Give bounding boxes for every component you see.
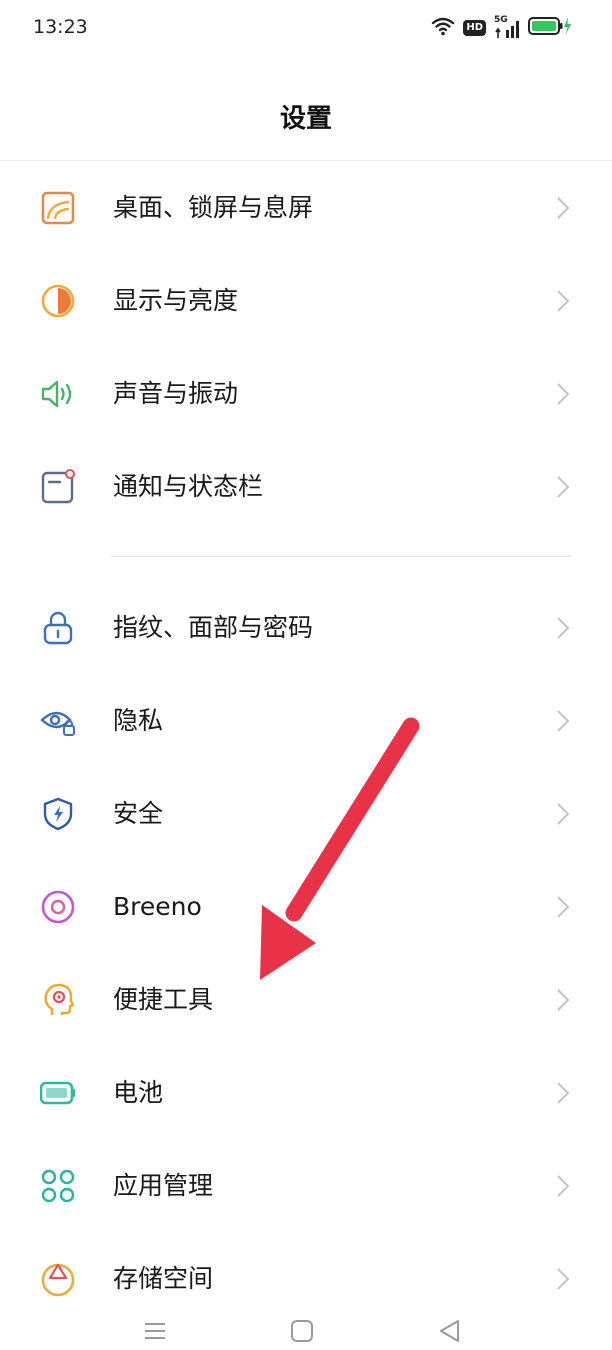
settings-item-privacy[interactable]: 隐私 — [0, 676, 612, 766]
status-icons: HD 5G — [431, 15, 572, 41]
navigation-bar — [0, 1308, 612, 1350]
settings-item-sound-vibration[interactable]: 声音与振动 — [0, 349, 612, 439]
settings-item-label: 应用管理 — [113, 1171, 214, 1200]
chevron-right-icon — [553, 615, 573, 641]
settings-item-security[interactable]: 安全 — [0, 769, 612, 859]
lock-icon — [40, 610, 76, 646]
notification-icon — [40, 469, 76, 505]
chevron-right-icon — [553, 1266, 573, 1292]
apps-icon — [40, 1168, 76, 1204]
chevron-right-icon — [553, 195, 573, 221]
chevron-right-icon — [553, 381, 573, 407]
privacy-eye-icon — [40, 703, 76, 739]
chevron-right-icon — [553, 288, 573, 314]
tools-head-icon — [40, 982, 76, 1018]
back-icon[interactable] — [435, 1316, 465, 1346]
chevron-right-icon — [553, 474, 573, 500]
signal-icon: 5G — [494, 15, 520, 39]
page-title: 设置 — [279, 104, 332, 134]
chevron-right-icon — [553, 987, 573, 1013]
brightness-icon — [40, 283, 76, 319]
battery-status-icon — [528, 15, 572, 41]
settings-item-desktop-lockscreen[interactable]: 桌面、锁屏与息屏 — [0, 163, 612, 253]
settings-item-label: 隐私 — [113, 706, 164, 735]
settings-item-label: 声音与振动 — [113, 379, 239, 408]
settings-item-fingerprint-face-password[interactable]: 指纹、面部与密码 — [0, 583, 612, 673]
section-divider — [110, 556, 571, 557]
settings-item-app-management[interactable]: 应用管理 — [0, 1141, 612, 1231]
storage-icon — [40, 1261, 76, 1297]
settings-item-breeno[interactable]: Breeno — [0, 862, 612, 952]
settings-item-label: 桌面、锁屏与息屏 — [113, 193, 314, 222]
settings-item-battery[interactable]: 电池 — [0, 1048, 612, 1138]
settings-item-label: 便捷工具 — [113, 985, 214, 1014]
chevron-right-icon — [553, 708, 573, 734]
chevron-right-icon — [553, 1080, 573, 1106]
battery-icon — [40, 1075, 76, 1111]
speaker-icon — [40, 376, 76, 412]
settings-item-label: 显示与亮度 — [113, 286, 239, 315]
breeno-icon — [40, 889, 76, 925]
hd-badge: HD — [463, 20, 486, 36]
menu-icon[interactable] — [140, 1316, 170, 1346]
chevron-right-icon — [553, 801, 573, 827]
chevron-right-icon — [553, 894, 573, 920]
header-divider — [0, 160, 612, 161]
settings-item-label: 指纹、面部与密码 — [113, 613, 314, 642]
settings-item-label: 安全 — [113, 799, 164, 828]
settings-item-label: 通知与状态栏 — [113, 472, 264, 501]
wallpaper-icon — [40, 190, 76, 226]
settings-item-label: 电池 — [113, 1078, 164, 1107]
shield-icon — [40, 796, 76, 832]
status-bar: 13:23 HD 5G — [0, 0, 612, 58]
settings-item-label: Breeno — [113, 892, 202, 921]
chevron-right-icon — [553, 1173, 573, 1199]
wifi-icon — [431, 16, 455, 40]
settings-item-notification-statusbar[interactable]: 通知与状态栏 — [0, 442, 612, 532]
home-icon[interactable] — [287, 1316, 317, 1346]
settings-item-display-brightness[interactable]: 显示与亮度 — [0, 256, 612, 346]
settings-item-convenience-tools[interactable]: 便捷工具 — [0, 955, 612, 1045]
status-time: 13:23 — [33, 16, 88, 38]
